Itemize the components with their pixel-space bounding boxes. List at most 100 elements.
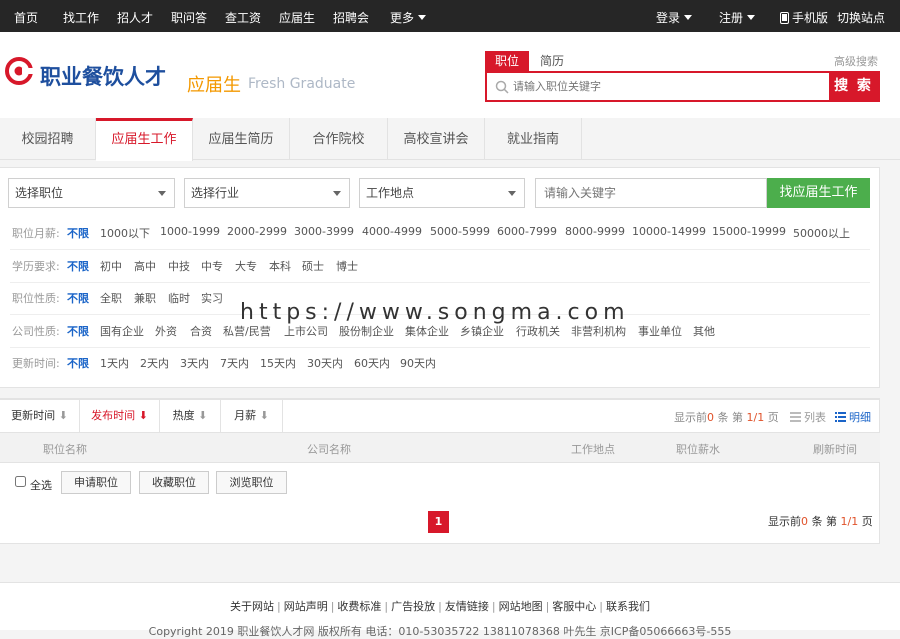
filter-option[interactable]: 非营利机构 [571, 323, 626, 339]
filter-option[interactable]: 其他 [693, 323, 715, 339]
search-button[interactable]: 搜 索 [829, 73, 878, 100]
filter-option[interactable]: 2000-2999 [227, 225, 287, 238]
filter-option[interactable]: 集体企业 [405, 323, 449, 339]
filter-option[interactable]: 15天内 [260, 355, 296, 371]
filter-option[interactable]: 1天内 [100, 355, 129, 371]
tab-graduate-resumes[interactable]: 应届生简历 [193, 118, 290, 160]
nav-qa[interactable]: 职问答 [171, 9, 207, 26]
nav-home[interactable]: 首页 [14, 9, 38, 26]
filter-option[interactable]: 不限 [67, 355, 89, 371]
pagination-page[interactable]: 1 [428, 511, 449, 533]
logo-icon[interactable] [5, 57, 33, 85]
filter-option[interactable]: 合资 [190, 323, 212, 339]
tab-campus-recruit[interactable]: 校园招聘 [0, 118, 96, 160]
industry-select[interactable]: 选择行业 [184, 178, 350, 208]
nav-job-fair[interactable]: 招聘会 [333, 9, 369, 26]
filter-option[interactable]: 1000以下 [100, 225, 150, 241]
apply-job-button[interactable]: 申请职位 [61, 471, 131, 494]
footer-link[interactable]: 联系我们 [606, 600, 650, 613]
filter-option[interactable]: 兼职 [134, 290, 156, 306]
filter-option[interactable]: 上市公司 [284, 323, 328, 339]
filter-option[interactable]: 私营/民营 [223, 323, 271, 339]
nav-salary[interactable]: 查工资 [225, 9, 261, 26]
filter-option[interactable]: 不限 [67, 225, 89, 241]
filter-option[interactable]: 硕士 [302, 258, 324, 274]
select-all-label[interactable]: 全选 [30, 477, 52, 493]
find-graduate-jobs-button[interactable]: 找应届生工作 [767, 178, 870, 208]
footer-link[interactable]: 收费标准 [337, 600, 381, 613]
sort-salary[interactable]: 月薪 ⬇ [221, 400, 283, 433]
keyword-input[interactable] [535, 178, 767, 208]
footer-link[interactable]: 友情链接 [445, 600, 489, 613]
logo-text[interactable]: 职业餐饮人才 [40, 61, 166, 91]
nav-graduates[interactable]: 应届生 [279, 9, 315, 26]
site-header: 职业餐饮人才 应届生 Fresh Graduate 职位 简历 高级搜索 搜 索 [0, 32, 900, 118]
search-tab-job[interactable]: 职位 [485, 51, 529, 71]
filter-option[interactable]: 不限 [67, 290, 89, 306]
filter-option[interactable]: 4000-4999 [362, 225, 422, 238]
filter-option[interactable]: 股份制企业 [339, 323, 394, 339]
filter-option[interactable]: 行政机关 [516, 323, 560, 339]
filter-option[interactable]: 90天内 [400, 355, 436, 371]
filter-option[interactable]: 1000-1999 [160, 225, 220, 238]
filter-option[interactable]: 3天内 [180, 355, 209, 371]
footer-link[interactable]: 关于网站 [230, 600, 274, 613]
favorite-job-button[interactable]: 收藏职位 [139, 471, 209, 494]
filter-option[interactable]: 博士 [336, 258, 358, 274]
filter-option[interactable]: 6000-7999 [497, 225, 557, 238]
footer-link[interactable]: 客服中心 [552, 600, 596, 613]
register-menu[interactable]: 注册 [719, 9, 756, 26]
switch-site-link[interactable]: 切换站点 [837, 9, 885, 26]
filter-option[interactable]: 不限 [67, 323, 89, 339]
nav-recruit[interactable]: 招人才 [117, 9, 153, 26]
search-tab-resume[interactable]: 简历 [532, 51, 572, 71]
filter-option[interactable]: 不限 [67, 258, 89, 274]
filter-option[interactable]: 乡镇企业 [460, 323, 504, 339]
filter-option[interactable]: 大专 [235, 258, 257, 274]
select-all-checkbox[interactable] [15, 476, 26, 487]
login-menu[interactable]: 登录 [656, 9, 693, 26]
filter-option[interactable]: 2天内 [140, 355, 169, 371]
nav-find-job[interactable]: 找工作 [63, 9, 99, 26]
position-select[interactable]: 选择职位 [8, 178, 175, 208]
sort-popularity[interactable]: 热度 ⬇ [160, 400, 221, 433]
browse-job-button[interactable]: 浏览职位 [216, 471, 287, 494]
filter-option[interactable]: 实习 [201, 290, 223, 306]
mobile-link[interactable]: 手机版 [780, 9, 828, 26]
advanced-search-link[interactable]: 高级搜索 [834, 53, 878, 69]
filter-option[interactable]: 50000以上 [793, 225, 850, 241]
filter-option[interactable]: 事业单位 [638, 323, 682, 339]
filter-option[interactable]: 外资 [155, 323, 177, 339]
divider [10, 249, 870, 250]
filter-option[interactable]: 全职 [100, 290, 122, 306]
filter-option[interactable]: 高中 [134, 258, 156, 274]
tab-campus-talks[interactable]: 高校宣讲会 [388, 118, 485, 160]
view-detail-toggle[interactable]: 明细 [835, 409, 871, 425]
footer-link[interactable]: 网站地图 [499, 600, 543, 613]
tab-partner-schools[interactable]: 合作院校 [290, 118, 388, 160]
filter-option[interactable]: 初中 [100, 258, 122, 274]
filter-option[interactable]: 5000-5999 [430, 225, 490, 238]
filter-option[interactable]: 60天内 [354, 355, 390, 371]
tab-graduate-jobs[interactable]: 应届生工作 [96, 118, 193, 161]
filter-option[interactable]: 中专 [201, 258, 223, 274]
view-list-toggle[interactable]: 列表 [790, 409, 826, 425]
location-select[interactable]: 工作地点 [359, 178, 525, 208]
filter-option[interactable]: 本科 [269, 258, 291, 274]
sort-update-time[interactable]: 更新时间 ⬇ [0, 400, 80, 433]
footer-link[interactable]: 网站声明 [284, 600, 328, 613]
filter-option[interactable]: 15000-19999 [712, 225, 786, 238]
filter-option[interactable]: 7天内 [220, 355, 249, 371]
search-input[interactable] [513, 77, 823, 97]
filter-option[interactable]: 国有企业 [100, 323, 144, 339]
filter-option[interactable]: 中技 [168, 258, 190, 274]
filter-option[interactable]: 10000-14999 [632, 225, 706, 238]
filter-option[interactable]: 3000-3999 [294, 225, 354, 238]
nav-more[interactable]: 更多 [390, 9, 427, 26]
tab-career-guide[interactable]: 就业指南 [485, 118, 582, 160]
footer-link[interactable]: 广告投放 [391, 600, 435, 613]
filter-option[interactable]: 8000-9999 [565, 225, 625, 238]
filter-option[interactable]: 30天内 [307, 355, 343, 371]
filter-option[interactable]: 临时 [168, 290, 190, 306]
sort-publish-time[interactable]: 发布时间 ⬇ [80, 400, 160, 433]
